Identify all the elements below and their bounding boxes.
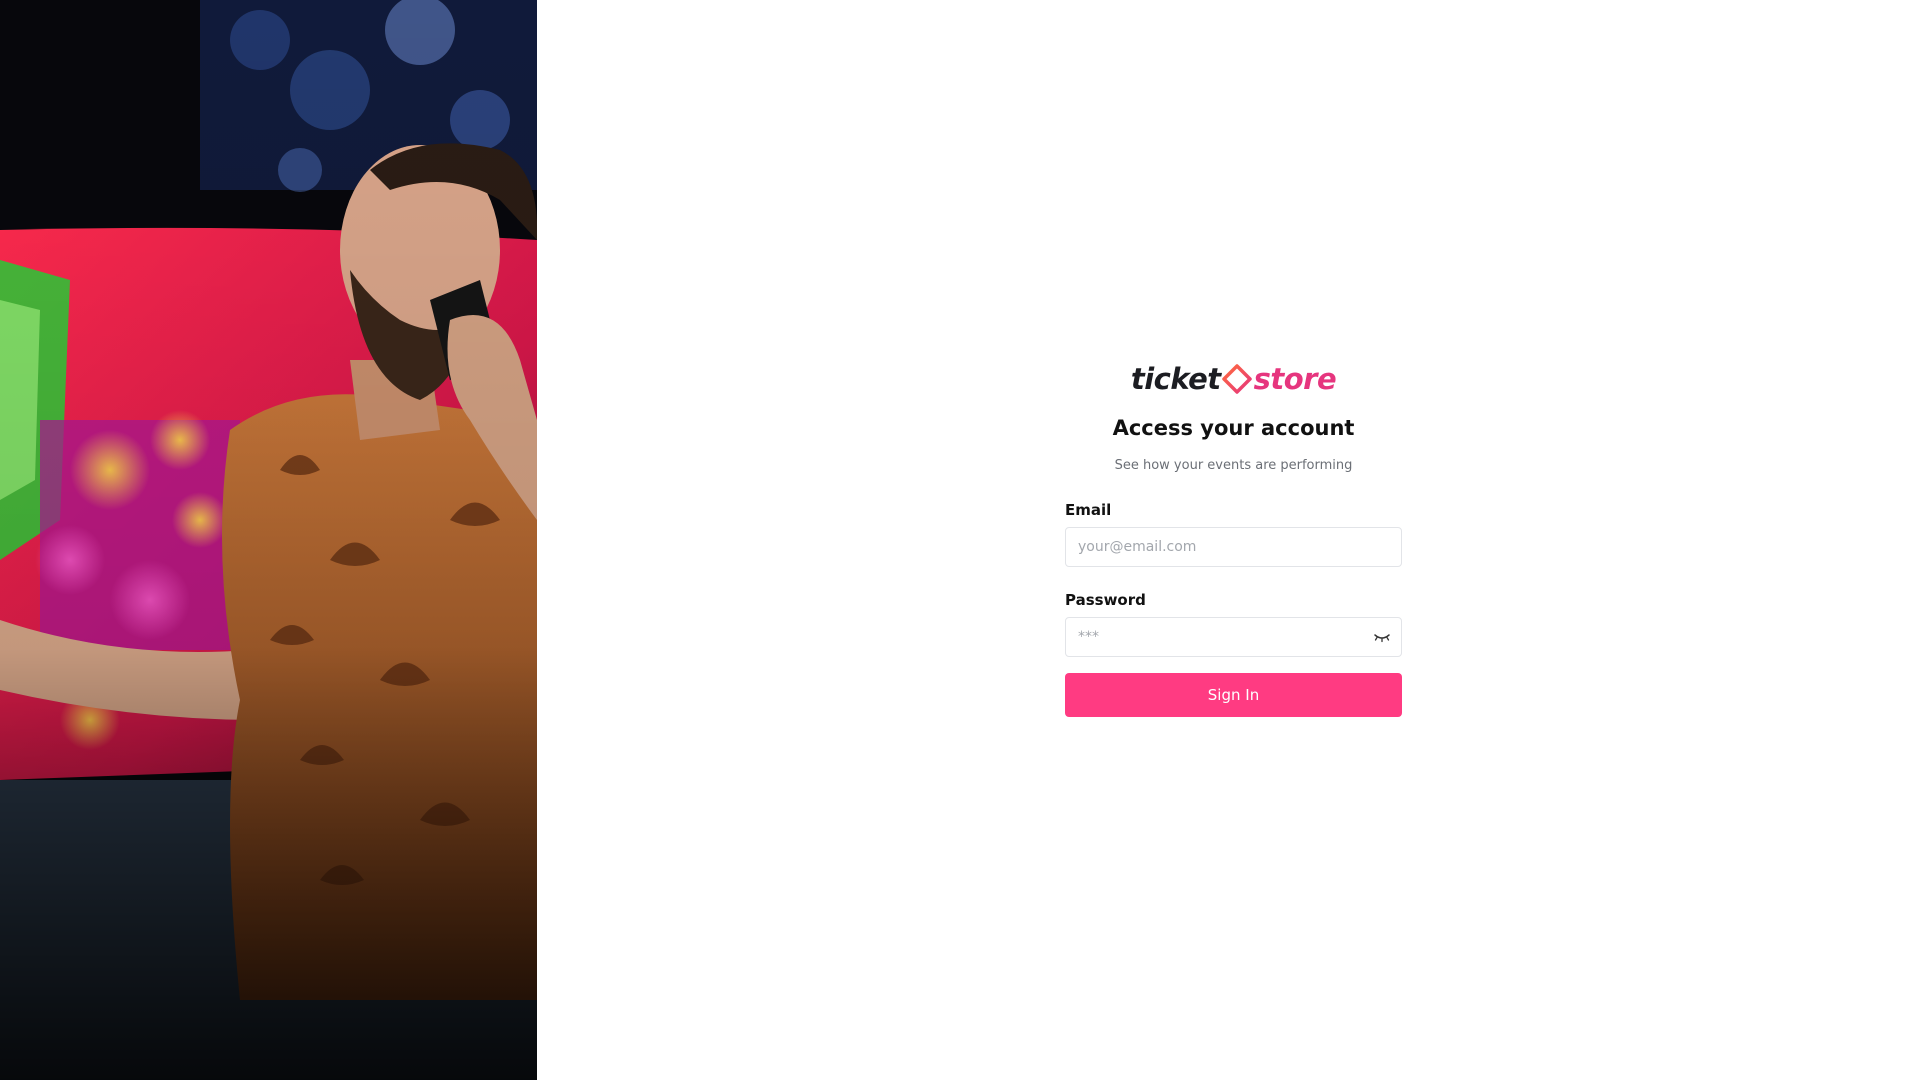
- login-page: ticket store Access your account See how…: [0, 0, 1920, 1080]
- logo-text-left: ticket: [1130, 362, 1221, 396]
- eye-closed-icon[interactable]: [1373, 630, 1391, 644]
- email-input[interactable]: [1066, 528, 1401, 566]
- email-field-wrapper: [1065, 527, 1402, 567]
- email-label: Email: [1065, 501, 1112, 519]
- ticket-icon: [1221, 364, 1252, 394]
- sign-in-button[interactable]: Sign In: [1065, 673, 1402, 717]
- hero-photo: [0, 0, 537, 1080]
- password-input[interactable]: [1066, 618, 1401, 656]
- password-field-wrapper: [1065, 617, 1402, 657]
- page-title: Access your account: [1112, 416, 1355, 440]
- ticketstore-logo: ticket store: [1065, 362, 1402, 396]
- page-subtitle: See how your events are performing: [1114, 458, 1353, 473]
- auth-panel: ticket store Access your account See how…: [537, 0, 1920, 1080]
- password-label: Password: [1065, 591, 1146, 609]
- hero-illustration: [0, 0, 537, 1080]
- logo-text-right: store: [1253, 362, 1337, 396]
- login-form: ticket store Access your account See how…: [1065, 362, 1402, 717]
